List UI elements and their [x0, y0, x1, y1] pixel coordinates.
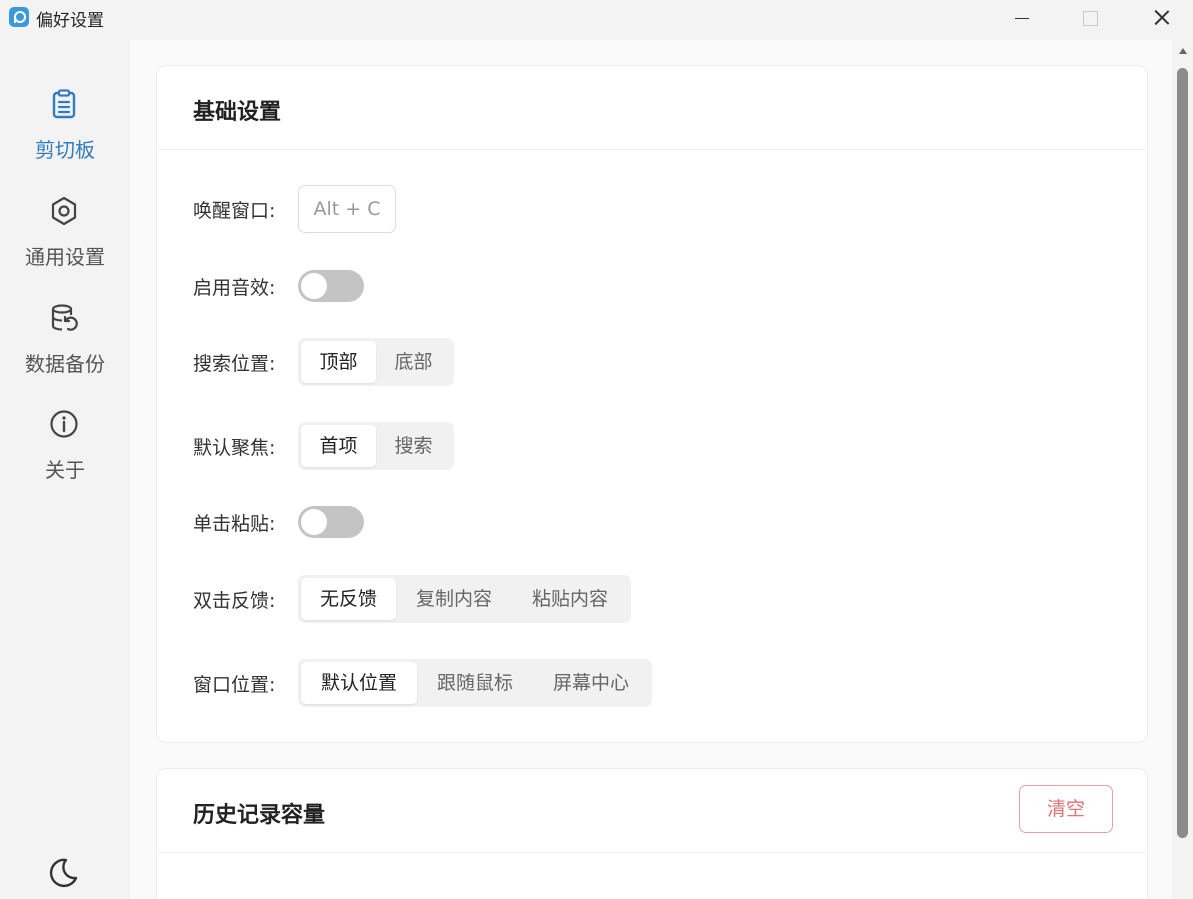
scroll-up-arrow-icon[interactable]	[1179, 48, 1187, 54]
option-screen-center[interactable]: 屏幕中心	[533, 662, 649, 704]
title-bar: 偏好设置	[0, 0, 1193, 40]
setting-label: 唤醒窗口:	[193, 200, 276, 222]
sound-toggle[interactable]	[298, 270, 364, 302]
sidebar-item-label: 数据备份	[25, 352, 105, 376]
search-position-segmented: 顶部 底部	[298, 338, 454, 386]
option-top[interactable]: 顶部	[301, 341, 376, 383]
clipboard-icon	[52, 89, 76, 119]
window-position-segmented: 默认位置 跟随鼠标 屏幕中心	[298, 659, 652, 707]
window-title: 偏好设置	[36, 11, 104, 31]
history-capacity-card: 历史记录容量 清空	[156, 768, 1148, 899]
vertical-scrollbar[interactable]	[1172, 40, 1193, 899]
scrollbar-thumb[interactable]	[1177, 68, 1188, 838]
sidebar-item-label: 剪切板	[35, 138, 95, 162]
setting-label: 默认聚焦:	[193, 437, 276, 459]
option-copy-content[interactable]: 复制内容	[396, 578, 512, 620]
card-header: 基础设置	[157, 66, 1147, 150]
sidebar-item-about[interactable]: 关于	[0, 408, 130, 508]
single-click-paste-toggle[interactable]	[298, 506, 364, 538]
theme-toggle-button[interactable]	[46, 856, 80, 890]
card-header: 历史记录容量 清空	[157, 769, 1147, 853]
close-button[interactable]	[1124, 0, 1193, 36]
sidebar-item-label: 通用设置	[25, 245, 105, 269]
gear-icon	[51, 196, 77, 226]
maximize-button[interactable]	[1056, 0, 1126, 36]
preferences-window: 偏好设置 剪切板 通用设置 数据备份 关于 基础设置 唤醒窗口: Alt + C…	[0, 0, 1193, 899]
moon-icon	[49, 858, 78, 888]
setting-label: 双击反馈:	[193, 590, 276, 612]
database-backup-icon	[51, 304, 78, 331]
card-title: 基础设置	[193, 100, 282, 125]
sidebar-item-data-backup[interactable]: 数据备份	[0, 302, 130, 402]
option-no-feedback[interactable]: 无反馈	[301, 578, 396, 620]
option-bottom[interactable]: 底部	[376, 341, 451, 383]
option-search[interactable]: 搜索	[376, 425, 451, 467]
setting-label: 窗口位置:	[193, 674, 276, 696]
app-logo-icon	[9, 7, 29, 27]
basic-settings-card: 基础设置 唤醒窗口: Alt + C 启用音效: 搜索位置: 顶部 底部 默认聚…	[156, 65, 1148, 743]
sidebar: 剪切板 通用设置 数据备份 关于	[0, 40, 130, 899]
setting-label: 搜索位置:	[193, 353, 276, 375]
info-icon	[50, 410, 78, 438]
setting-label: 单击粘贴:	[193, 513, 276, 535]
sidebar-item-clipboard[interactable]: 剪切板	[0, 88, 130, 188]
option-paste-content[interactable]: 粘贴内容	[512, 578, 628, 620]
settings-content: 基础设置 唤醒窗口: Alt + C 启用音效: 搜索位置: 顶部 底部 默认聚…	[130, 40, 1193, 899]
sidebar-item-label: 关于	[45, 458, 85, 482]
option-default-position[interactable]: 默认位置	[301, 662, 417, 704]
default-focus-segmented: 首项 搜索	[298, 422, 454, 470]
sidebar-item-general-settings[interactable]: 通用设置	[0, 195, 130, 295]
minimize-button[interactable]	[986, 0, 1056, 36]
option-first-item[interactable]: 首项	[301, 425, 376, 467]
option-follow-mouse[interactable]: 跟随鼠标	[417, 662, 533, 704]
double-click-feedback-segmented: 无反馈 复制内容 粘贴内容	[298, 575, 631, 623]
hotkey-input[interactable]: Alt + C	[298, 185, 396, 233]
card-title: 历史记录容量	[193, 803, 326, 828]
setting-label: 启用音效:	[193, 277, 276, 299]
clear-history-button[interactable]: 清空	[1019, 785, 1113, 833]
